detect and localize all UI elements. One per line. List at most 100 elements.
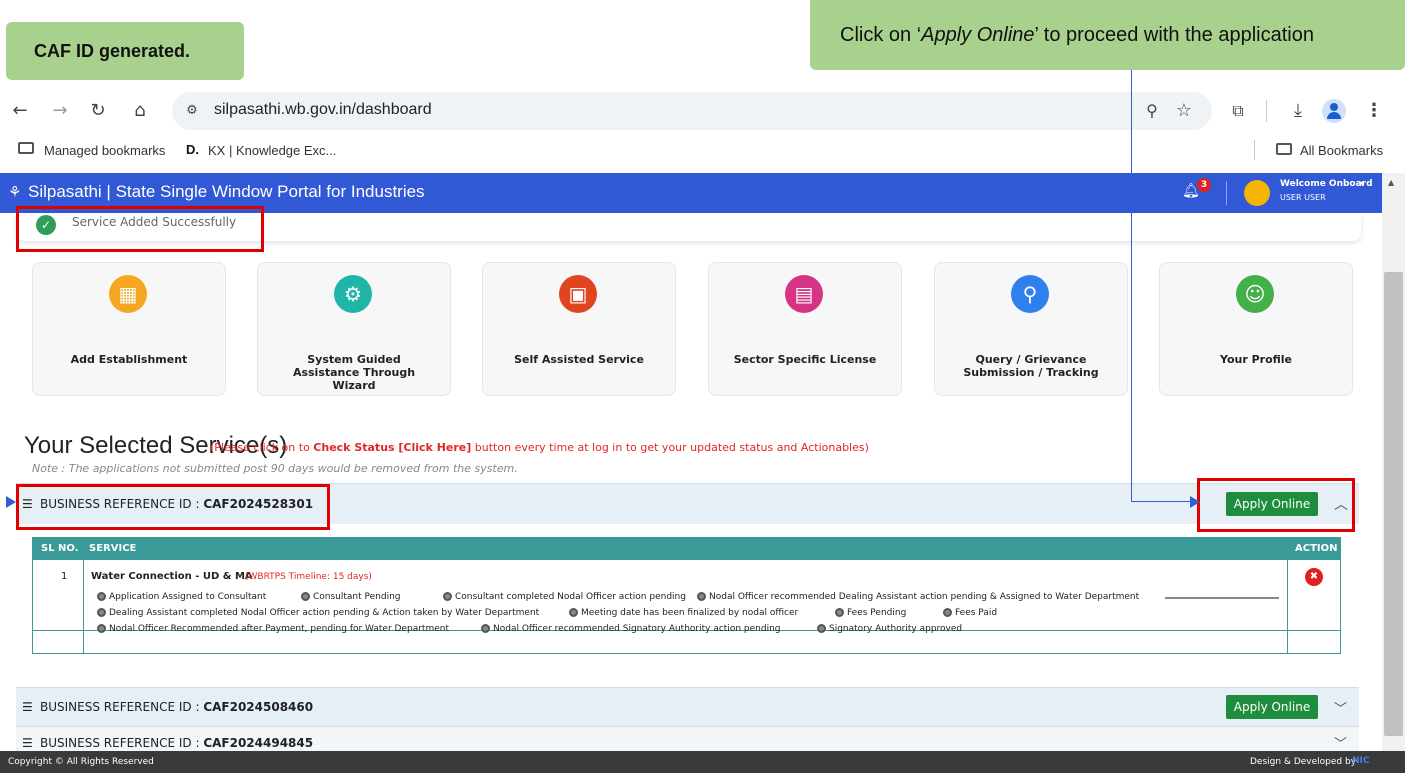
reload-icon[interactable]: ↻ bbox=[86, 99, 110, 123]
zoom-icon[interactable]: ⚲ bbox=[1140, 99, 1164, 123]
status-dot-icon bbox=[481, 624, 490, 633]
bookmark-kx[interactable]: KX | Knowledge Exc... bbox=[208, 143, 336, 158]
section-note: (Please click on to Check Status [Click … bbox=[210, 441, 869, 454]
service-table: SL NO. SERVICE ACTION 1 Water Connection… bbox=[32, 537, 1341, 654]
extensions-icon[interactable]: ⧉ bbox=[1226, 99, 1250, 123]
back-icon[interactable]: ← bbox=[8, 99, 32, 123]
download-icon[interactable]: ⤓ bbox=[1286, 99, 1310, 123]
delete-icon[interactable]: ✖ bbox=[1305, 568, 1323, 586]
card-label: Query / Grievance Submission / Tracking bbox=[963, 353, 1099, 379]
business-row[interactable]: ☰ BUSINESS REFERENCE ID : CAF2024494845 … bbox=[16, 726, 1359, 752]
status-label: Fees Paid bbox=[955, 608, 998, 618]
status-item: Dealing Assistant completed Nodal Office… bbox=[97, 608, 539, 618]
check-status-link[interactable]: Check Status [Click Here] bbox=[313, 441, 471, 454]
business-ref-id: CAF2024508460 bbox=[203, 700, 314, 714]
card-your-profile[interactable]: ☺ Your Profile bbox=[1159, 262, 1353, 396]
status-item: Fees Paid bbox=[943, 608, 997, 618]
profile-avatar-icon[interactable] bbox=[1322, 99, 1346, 123]
chevron-down-icon[interactable]: ﹀ bbox=[1334, 698, 1347, 717]
arrow-connector-line bbox=[1131, 501, 1197, 502]
status-label: Nodal Officer Recommended after Payment,… bbox=[109, 624, 449, 634]
profile-icon: ☺ bbox=[1236, 275, 1274, 313]
business-ref-label: BUSINESS REFERENCE ID : bbox=[40, 700, 204, 714]
status-dot-icon bbox=[943, 608, 952, 617]
card-guided-assistance[interactable]: ⚙ System Guided Assistance Through Wizar… bbox=[257, 262, 451, 396]
scrollbar-thumb[interactable] bbox=[1384, 272, 1403, 736]
status-dot-icon bbox=[97, 624, 106, 633]
user-avatar-icon[interactable] bbox=[1244, 180, 1270, 206]
scroll-up-icon[interactable]: ▲ bbox=[1388, 178, 1394, 187]
status-label: Fees Pending bbox=[847, 608, 907, 618]
card-self-assisted[interactable]: ▣ Self Assisted Service bbox=[482, 262, 676, 396]
col-divider bbox=[1287, 560, 1288, 653]
site-info-icon[interactable]: ⚙ bbox=[180, 99, 204, 123]
row-sl: 1 bbox=[61, 571, 68, 582]
card-add-establishment[interactable]: ▦ Add Establishment bbox=[32, 262, 226, 396]
business-ref-label: BUSINESS REFERENCE ID : bbox=[40, 736, 204, 750]
note-suffix: button every time at log in to get your … bbox=[471, 441, 869, 454]
card-label: Your Profile bbox=[1219, 353, 1293, 366]
welcome-text[interactable]: Welcome Onboard bbox=[1280, 179, 1373, 189]
license-icon: ▤ bbox=[785, 275, 823, 313]
grid-icon: ▣ bbox=[559, 275, 597, 313]
arrow-connector-line bbox=[1131, 70, 1132, 502]
status-item: Nodal Officer recommended Signatory Auth… bbox=[481, 624, 781, 634]
list-icon: ☰ bbox=[22, 736, 33, 750]
col-service: SERVICE bbox=[89, 543, 137, 554]
star-icon[interactable]: ☆ bbox=[1172, 99, 1196, 123]
forward-icon[interactable]: → bbox=[48, 99, 72, 123]
status-dot-icon bbox=[817, 624, 826, 633]
home-icon[interactable]: ⌂ bbox=[128, 99, 152, 123]
col-divider bbox=[83, 560, 84, 653]
bookmark-managed[interactable]: Managed bookmarks bbox=[44, 143, 165, 158]
status-dot-icon bbox=[443, 592, 452, 601]
building-icon: ▦ bbox=[109, 275, 147, 313]
status-connector bbox=[1165, 597, 1279, 599]
callout-text: CAF ID generated. bbox=[34, 40, 191, 61]
note-prefix: (Please click on to bbox=[210, 441, 314, 454]
highlight-apply-online bbox=[1197, 478, 1355, 532]
status-item: Consultant completed Nodal Officer actio… bbox=[443, 592, 686, 602]
status-item: Consultant Pending bbox=[301, 592, 401, 602]
table-header: SL NO. SERVICE ACTION bbox=[33, 538, 1340, 560]
col-sl-no: SL NO. bbox=[41, 543, 79, 554]
chevron-down-icon[interactable]: ﹀ bbox=[1334, 733, 1347, 752]
status-item: Application Assigned to Consultant bbox=[97, 592, 266, 602]
status-label: Nodal Officer recommended Signatory Auth… bbox=[493, 624, 781, 634]
callout-apply-online: Click on ‘Apply Online’ to proceed with … bbox=[810, 0, 1405, 70]
arrow-head-icon bbox=[6, 496, 16, 508]
app-title: Silpasathi | State Single Window Portal … bbox=[28, 182, 425, 201]
all-bookmarks[interactable]: All Bookmarks bbox=[1300, 143, 1383, 158]
nic-logo-icon: NIC bbox=[1352, 756, 1370, 766]
status-item: Meeting date has been finalized by nodal… bbox=[569, 608, 798, 618]
status-dot-icon bbox=[97, 592, 106, 601]
folder-icon bbox=[1276, 143, 1292, 155]
highlight-business-id bbox=[16, 484, 330, 530]
status-dot-icon bbox=[697, 592, 706, 601]
status-label: Nodal Officer recommended Dealing Assist… bbox=[709, 592, 1140, 602]
business-ref: BUSINESS REFERENCE ID : CAF2024494845 bbox=[40, 736, 313, 750]
copyright-text: Copyright © All Rights Reserved bbox=[8, 757, 154, 767]
business-row[interactable]: ☰ BUSINESS REFERENCE ID : CAF2024508460 … bbox=[16, 687, 1359, 726]
status-label: Meeting date has been finalized by nodal… bbox=[581, 608, 799, 618]
removal-note: Note : The applications not submitted po… bbox=[32, 462, 518, 475]
status-dot-icon bbox=[301, 592, 310, 601]
apply-online-button[interactable]: Apply Online bbox=[1226, 695, 1318, 719]
search-icon: ⚲ bbox=[1011, 275, 1049, 313]
status-label: Application Assigned to Consultant bbox=[109, 592, 267, 602]
chevron-down-icon[interactable]: ▾ bbox=[1360, 179, 1364, 188]
card-label: Add Establishment bbox=[70, 353, 188, 366]
card-label: Sector Specific License bbox=[733, 353, 877, 366]
status-label: Consultant completed Nodal Officer actio… bbox=[455, 592, 686, 602]
card-query-grievance[interactable]: ⚲ Query / Grievance Submission / Trackin… bbox=[934, 262, 1128, 396]
card-label: Self Assisted Service bbox=[514, 353, 644, 366]
status-dot-icon bbox=[569, 608, 578, 617]
business-ref: BUSINESS REFERENCE ID : CAF2024508460 bbox=[40, 700, 313, 714]
header-divider bbox=[1226, 181, 1227, 205]
folder-managed-icon bbox=[18, 142, 34, 154]
card-sector-license[interactable]: ▤ Sector Specific License bbox=[708, 262, 902, 396]
status-item: Signatory Authority approved bbox=[817, 624, 962, 634]
menu-kebab-icon[interactable]: ⋮ bbox=[1362, 99, 1386, 123]
url-text[interactable]: silpasathi.wb.gov.in/dashboard bbox=[214, 101, 432, 119]
list-icon: ☰ bbox=[22, 700, 33, 714]
